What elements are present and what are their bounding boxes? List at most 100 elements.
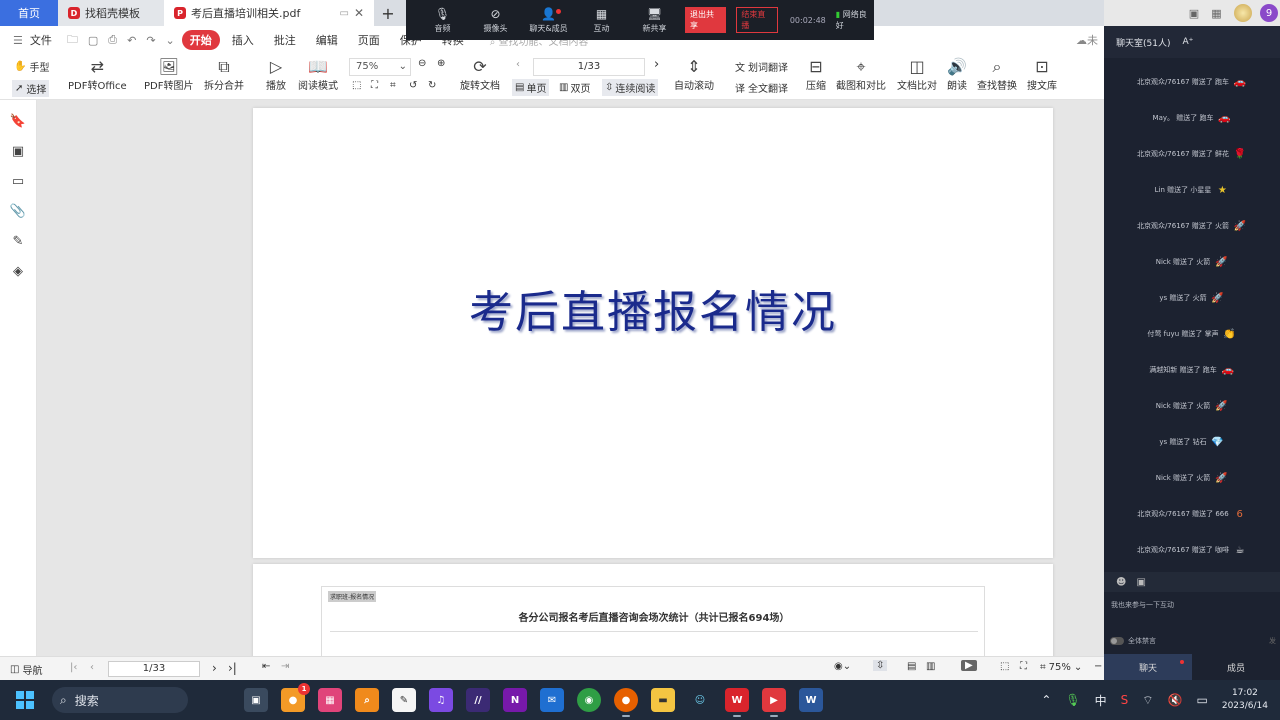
- windows-start-icon[interactable]: [16, 691, 34, 709]
- layers-icon[interactable]: ◈: [13, 264, 23, 280]
- search-app-icon[interactable]: ⌕: [355, 688, 379, 712]
- hand-tool[interactable]: ✋ 手型: [14, 59, 49, 74]
- attachment-icon[interactable]: 📎: [10, 204, 26, 220]
- word-icon[interactable]: W: [799, 688, 823, 712]
- layout-icon[interactable]: ▣: [1189, 7, 1199, 20]
- chevron-down-icon[interactable]: ⌄: [163, 34, 178, 47]
- firefox-icon[interactable]: ●: [614, 688, 638, 717]
- tab-home[interactable]: 首页: [0, 0, 58, 26]
- comment-icon[interactable]: ▭: [12, 174, 24, 190]
- menu-annotate[interactable]: 批注: [266, 30, 304, 50]
- folder-icon[interactable]: ▬: [651, 688, 675, 712]
- search-library-button[interactable]: ⊡ 搜文库: [1027, 57, 1057, 92]
- first-page-icon[interactable]: |‹: [70, 662, 77, 673]
- page-indicator[interactable]: 1/33: [108, 661, 200, 677]
- notepad-icon[interactable]: ✎: [392, 688, 416, 712]
- app-icon[interactable]: ● 1: [281, 683, 310, 712]
- user-avatar[interactable]: 9: [1260, 4, 1278, 22]
- nav-toggle[interactable]: ◫ 导航: [10, 662, 42, 677]
- battery-icon[interactable]: ▭: [1197, 693, 1208, 707]
- user-avatar[interactable]: [1233, 4, 1252, 22]
- hamburger-icon[interactable]: ☰: [10, 34, 26, 47]
- chevron-up-icon[interactable]: ⌃: [1041, 693, 1051, 707]
- double-page-toggle[interactable]: ▥ 双页: [556, 79, 593, 96]
- close-tab-icon[interactable]: ✕: [354, 6, 364, 20]
- screenshot-compare-button[interactable]: ⌖ 截图和对比: [836, 57, 886, 92]
- find-replace-button[interactable]: ⌕ 查找替换: [977, 57, 1017, 92]
- save-icon[interactable]: ▢: [85, 34, 101, 47]
- menu-edit[interactable]: 编辑: [308, 30, 346, 50]
- music-icon[interactable]: ♫: [429, 688, 453, 712]
- double-view-icon[interactable]: ▥: [926, 661, 935, 672]
- app-icon[interactable]: //: [466, 688, 490, 712]
- single-page-toggle[interactable]: ▤ 单页: [512, 79, 550, 96]
- redo-icon[interactable]: ↷: [143, 34, 158, 47]
- new-share-button[interactable]: 🖥 新共享: [628, 7, 681, 34]
- toggle-switch[interactable]: [1110, 637, 1124, 645]
- rotate-left-icon[interactable]: ↺: [409, 80, 417, 91]
- open-folder-icon[interactable]: 🗀: [64, 31, 81, 50]
- page-number-input[interactable]: 1/33: [533, 58, 645, 76]
- auto-scroll-button[interactable]: ⇕ 自动滚动: [674, 57, 714, 92]
- tab-template[interactable]: D 找稻壳模板: [58, 0, 164, 26]
- end-live-button[interactable]: 结束直播: [736, 7, 778, 33]
- mail-icon[interactable]: ✉: [540, 688, 564, 712]
- play-icon[interactable]: ▶: [961, 660, 977, 671]
- rotate-right-icon[interactable]: ↻: [428, 80, 436, 91]
- mute-all-toggle[interactable]: 全体禁言: [1110, 636, 1156, 646]
- select-tool[interactable]: ➚ 选择: [12, 80, 50, 97]
- pdf-to-office-button[interactable]: ⇄ PDF转Office: [68, 57, 127, 92]
- live-app-icon[interactable]: ▶: [762, 688, 786, 717]
- split-merge-button[interactable]: ⧉ 拆分合并: [204, 57, 244, 92]
- android-icon[interactable]: ☺: [688, 688, 712, 712]
- font-size-button[interactable]: A⁺: [1182, 37, 1193, 47]
- prev-page-icon[interactable]: ‹: [516, 59, 520, 70]
- signature-icon[interactable]: ✎: [13, 234, 24, 250]
- tab-members[interactable]: 成员: [1192, 654, 1280, 680]
- undo-icon[interactable]: ↶: [124, 34, 139, 47]
- tab-chat[interactable]: 聊天: [1104, 654, 1192, 680]
- zoom-out-icon[interactable]: −: [1094, 661, 1102, 672]
- next-page-icon[interactable]: ›: [212, 661, 217, 675]
- prev-page-icon[interactable]: ‹: [90, 662, 94, 673]
- file-menu[interactable]: 文件: [30, 30, 60, 50]
- monitor-icon[interactable]: ▭: [339, 8, 348, 19]
- wps-icon[interactable]: W: [725, 688, 749, 717]
- taskbar-search[interactable]: ⌕ 搜索: [52, 687, 188, 713]
- full-translate-button[interactable]: 译全文翻译: [735, 80, 788, 95]
- zoom-dropdown[interactable]: ⌗ 75% ⌄: [1040, 662, 1082, 673]
- menu-page[interactable]: 页面: [350, 30, 388, 50]
- zoom-out-icon[interactable]: ⊖: [418, 58, 426, 69]
- doc-compare-button[interactable]: ◫ 文档比对: [897, 57, 937, 92]
- forward-icon[interactable]: ⇥: [281, 661, 289, 672]
- ime-indicator[interactable]: 中: [1095, 692, 1107, 709]
- onenote-icon[interactable]: N: [503, 688, 527, 712]
- interact-button[interactable]: ▦ 互动: [575, 7, 628, 34]
- back-icon[interactable]: ⇤: [262, 661, 270, 672]
- menu-start[interactable]: 开始: [181, 30, 220, 50]
- thumbnail-icon[interactable]: ▣: [12, 144, 24, 160]
- apps-grid-icon[interactable]: ▦: [1211, 7, 1221, 20]
- mic-icon[interactable]: 🎙: [1065, 693, 1080, 707]
- read-aloud-button[interactable]: 🔊 朗读: [947, 57, 967, 92]
- menu-insert[interactable]: 插入: [224, 30, 262, 50]
- bookmark-icon[interactable]: 🔖: [10, 114, 26, 130]
- play-button[interactable]: ▷ 播放: [266, 57, 286, 92]
- fit-width-icon[interactable]: ⬚: [352, 80, 361, 91]
- zoom-select[interactable]: 75% ⌄: [349, 58, 411, 76]
- chat-message-list[interactable]: 北京观众/76167 赠送了 跑车 🚗 May。 赠送了 跑车 🚗 北京观众/76167…: [1104, 64, 1280, 568]
- wps-tray-icon[interactable]: S: [1121, 693, 1129, 707]
- pdf-to-image-button[interactable]: 🖼 PDF转图片: [144, 57, 193, 92]
- next-page-icon[interactable]: ›: [654, 57, 659, 72]
- eye-protect-icon[interactable]: ◉⌄: [834, 661, 851, 672]
- clock[interactable]: 17:02 2023/6/14: [1222, 687, 1268, 713]
- cloud-status[interactable]: ☁未: [1076, 32, 1098, 48]
- continuous-view-icon[interactable]: ⇳: [873, 660, 888, 671]
- camera-button[interactable]: ⊘ 摄像头: [469, 7, 522, 34]
- chat-members-button[interactable]: 👤 聊天&成员: [522, 7, 575, 34]
- crop-icon[interactable]: ⌗: [390, 80, 396, 91]
- word-translate-button[interactable]: 文划词翻译: [735, 59, 788, 74]
- fit-width-icon[interactable]: ⬚: [1000, 661, 1009, 672]
- rotate-doc-button[interactable]: ⟳ 旋转文档: [460, 57, 500, 92]
- chrome-icon[interactable]: ◉: [577, 688, 601, 712]
